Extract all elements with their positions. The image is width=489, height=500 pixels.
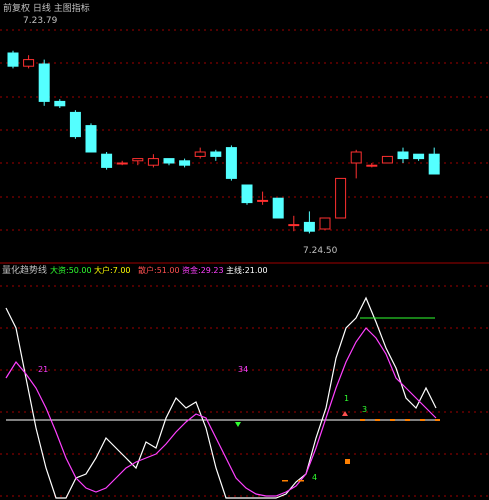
candle-body [303,221,315,232]
candle-body [272,197,284,219]
indicator-annotation: 34 [238,365,248,374]
indicator-annotation: 1 [344,394,349,403]
indicator-value-label: 大户:7.00 [94,265,131,275]
stock-chart: 前复权 日线 主图指标 7.23.79 7.24.50 量化趋势线 大资:50.… [0,2,489,499]
candle-body [69,111,81,138]
low-price-label: 7.24.50 [303,246,338,256]
candle-body [163,158,175,164]
candle-body [38,63,50,102]
candle-body [335,177,347,219]
signal-dash [435,419,440,421]
candle-body [428,153,440,175]
high-price-label: 7.23.79 [23,16,58,26]
indicator-annotation: 4 [312,473,317,482]
signal-dash [298,480,304,482]
candle-body [101,153,113,168]
candle-body [54,100,66,107]
candle-body [397,151,409,160]
candle-body [116,162,128,165]
candle-body [413,153,425,160]
indicator-value-label: 资金:29.23 [182,265,224,275]
candle-body [179,160,191,166]
indicator-value-label: 散户:51.00 [138,265,180,275]
candle-body [257,199,269,202]
signal-square [345,459,350,464]
candle-body [194,151,206,157]
signal-dash [360,419,365,421]
indicator-annotation: 21 [38,365,48,374]
signal-dash [375,419,380,421]
candle-body [210,151,222,157]
candle-body [350,151,362,164]
indicator-annotations: 21 34134 [38,365,367,482]
chart-title: 前复权 日线 主图指标 [3,2,90,14]
signal-dash [390,419,395,421]
candle-body [23,59,35,67]
candle-body [225,147,237,179]
indicator-header: 量化趋势线 大资:50.00 大户:7.00 散户:51.00 资金:29.23 主线:… [2,264,268,276]
signal-dash [420,419,425,421]
candle-body [241,184,253,204]
signal-dash [405,419,410,421]
candlestick-series [7,50,440,234]
candle-body [7,52,19,67]
candle-body [132,158,144,162]
candle-body [85,125,97,153]
indicator-value-label: 主线:21.00 [226,265,268,275]
indicator-annotation: 3 [362,405,367,414]
candle-body [147,158,159,166]
signal-dash [282,480,288,482]
indicator-value-label: 大资:50.00 [50,265,92,275]
indicator-name: 量化趋势线 [2,264,47,276]
candle-body [288,224,300,227]
candle-body [366,164,378,167]
indicator-lines [5,296,437,499]
candle-body [381,155,393,164]
down-arrow-icon [235,422,241,427]
candle-body [319,217,331,230]
signal-markers [235,411,440,482]
magenta-line [5,327,437,497]
